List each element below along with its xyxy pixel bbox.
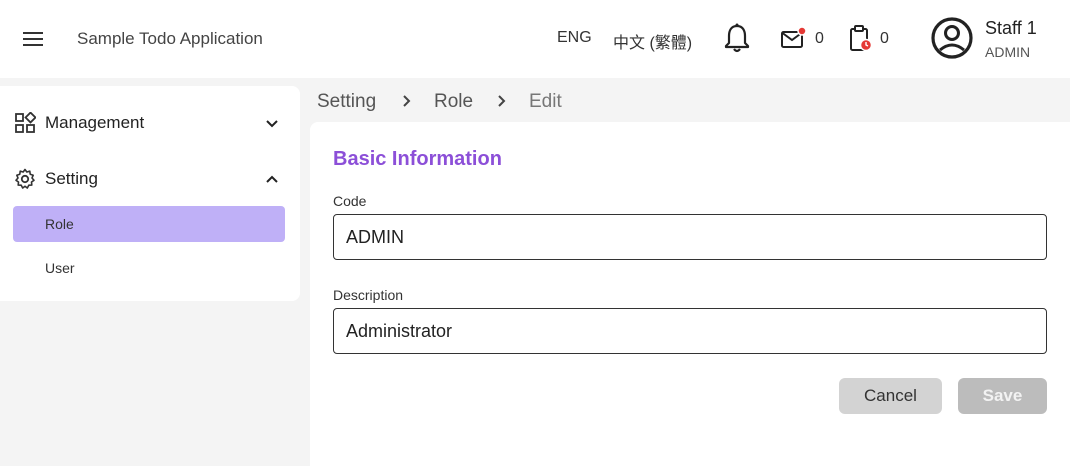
- chevron-down-icon: [262, 113, 282, 133]
- breadcrumb-setting[interactable]: Setting: [317, 91, 376, 113]
- cancel-button[interactable]: Cancel: [839, 378, 942, 414]
- mail-icon[interactable]: [780, 26, 808, 52]
- code-label: Code: [333, 193, 367, 209]
- breadcrumb-role[interactable]: Role: [434, 91, 473, 113]
- sidebar-group-setting[interactable]: Setting: [0, 159, 300, 199]
- dashboard-icon: [14, 111, 37, 134]
- chevron-up-icon: [262, 169, 282, 189]
- sidebar-item-role[interactable]: Role: [13, 206, 285, 242]
- task-count: 0: [880, 30, 889, 47]
- breadcrumb-edit: Edit: [529, 91, 562, 112]
- description-label: Description: [333, 287, 404, 303]
- user-role: ADMIN: [985, 44, 1031, 60]
- gear-icon: [14, 168, 36, 190]
- app-title: Sample Todo Application: [77, 29, 263, 48]
- sidebar-group-label: Setting: [45, 169, 98, 188]
- sidebar-item-label: Role: [45, 216, 74, 232]
- sidebar-item-user[interactable]: User: [13, 250, 285, 286]
- sidebar-group-label: Management: [45, 113, 145, 132]
- bell-icon[interactable]: [722, 22, 752, 54]
- sidebar-item-label: User: [45, 260, 75, 276]
- clipboard-icon[interactable]: [848, 24, 874, 54]
- language-traditional-chinese[interactable]: 中文 (繁體): [613, 29, 692, 53]
- chevron-right-icon: [400, 93, 414, 109]
- code-field[interactable]: [333, 214, 1047, 260]
- user-name[interactable]: Staff 1: [985, 18, 1037, 39]
- menu-icon[interactable]: [18, 24, 48, 54]
- description-field[interactable]: [333, 308, 1047, 354]
- sidebar: Management Setting Role User: [0, 86, 300, 301]
- save-button[interactable]: Save: [958, 378, 1047, 414]
- section-title: Basic Information: [333, 148, 502, 170]
- mail-count: 0: [815, 30, 824, 47]
- account-circle-icon[interactable]: [930, 16, 974, 60]
- form-card: [310, 122, 1070, 466]
- chevron-right-icon: [495, 93, 509, 109]
- sidebar-group-management[interactable]: Management: [0, 103, 300, 143]
- language-english[interactable]: ENG: [557, 29, 592, 47]
- top-app-bar: Sample Todo Application ENG 中文 (繁體) 0 0: [0, 0, 1070, 78]
